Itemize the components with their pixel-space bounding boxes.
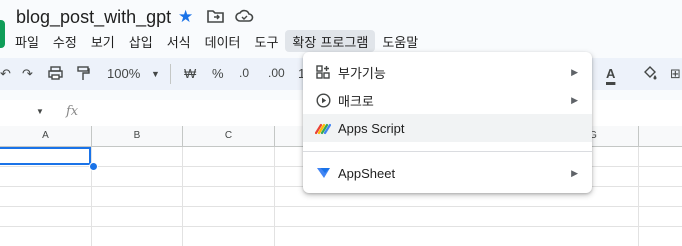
row-line: [0, 226, 682, 227]
dropdown-item-label: 부가기능: [338, 65, 386, 81]
dropdown-item-apps-script[interactable]: Apps Script: [303, 114, 592, 142]
star-icon[interactable]: ★: [178, 7, 193, 27]
fill-color-icon[interactable]: [642, 66, 658, 84]
dropdown-item-label: Apps Script: [338, 120, 405, 136]
play-circle-icon: [315, 92, 331, 108]
toolbar-divider: [170, 64, 171, 84]
percent-button[interactable]: %: [212, 66, 224, 81]
print-icon[interactable]: [48, 66, 63, 83]
menu-view[interactable]: 보기: [84, 30, 122, 52]
extensions-dropdown: 부가기능 ▶ 매크로 ▶ Apps Script AppSheet ▶: [303, 52, 592, 193]
document-title[interactable]: blog_post_with_gpt: [16, 7, 171, 28]
cloud-saved-icon[interactable]: [235, 9, 254, 27]
fill-handle[interactable]: [89, 162, 98, 171]
menu-divider: [303, 151, 592, 152]
submenu-arrow-icon: ▶: [571, 66, 578, 77]
menu-extensions[interactable]: 확장 프로그램: [285, 30, 376, 52]
addon-icon: [315, 64, 331, 80]
menu-tools[interactable]: 도구: [248, 30, 286, 52]
menu-edit[interactable]: 수정: [46, 30, 84, 52]
text-color-icon[interactable]: A: [606, 66, 615, 81]
currency-button[interactable]: ₩: [184, 66, 196, 81]
column-line: [182, 147, 183, 246]
selected-cell[interactable]: [0, 147, 91, 165]
menu-insert[interactable]: 삽입: [122, 30, 160, 52]
dropdown-item-label: AppSheet: [338, 165, 396, 181]
fx-icon: fx: [66, 104, 79, 119]
move-folder-icon[interactable]: [207, 9, 224, 27]
menu-bar: 파일 수정 보기 삽입 서식 데이터 도구 확장 프로그램 도움말: [8, 30, 425, 52]
column-line: [274, 147, 275, 246]
redo-icon[interactable]: ↷: [22, 66, 33, 82]
dropdown-item-macros[interactable]: 매크로 ▶: [303, 86, 592, 114]
zoom-select[interactable]: 100%: [107, 66, 140, 81]
apps-script-icon: [315, 120, 331, 136]
menu-file[interactable]: 파일: [8, 30, 46, 52]
menu-data[interactable]: 데이터: [198, 30, 248, 52]
dropdown-item-appsheet[interactable]: AppSheet ▶: [303, 159, 592, 187]
column-header-c[interactable]: C: [183, 126, 275, 146]
column-header-a[interactable]: A: [0, 126, 92, 146]
paint-format-icon[interactable]: [77, 66, 90, 84]
name-box-dropdown-icon[interactable]: ▼: [36, 107, 44, 116]
menu-format[interactable]: 서식: [160, 30, 198, 52]
menu-help[interactable]: 도움말: [375, 30, 425, 52]
dropdown-item-label: 매크로: [338, 93, 374, 109]
dropdown-item-addons[interactable]: 부가기능 ▶: [303, 58, 592, 86]
decrease-decimal-button[interactable]: .0: [239, 66, 249, 80]
column-line: [638, 147, 639, 246]
chevron-down-icon[interactable]: ▼: [151, 69, 160, 79]
appsheet-icon: [315, 165, 331, 181]
undo-icon[interactable]: ↶: [0, 66, 11, 82]
row-line: [0, 206, 682, 207]
submenu-arrow-icon: ▶: [571, 167, 578, 178]
borders-icon[interactable]: ⊞: [670, 66, 681, 82]
column-header-b[interactable]: B: [92, 126, 183, 146]
submenu-arrow-icon: ▶: [571, 94, 578, 105]
sheets-logo[interactable]: [0, 20, 5, 48]
increase-decimal-button[interactable]: .00: [268, 66, 285, 80]
